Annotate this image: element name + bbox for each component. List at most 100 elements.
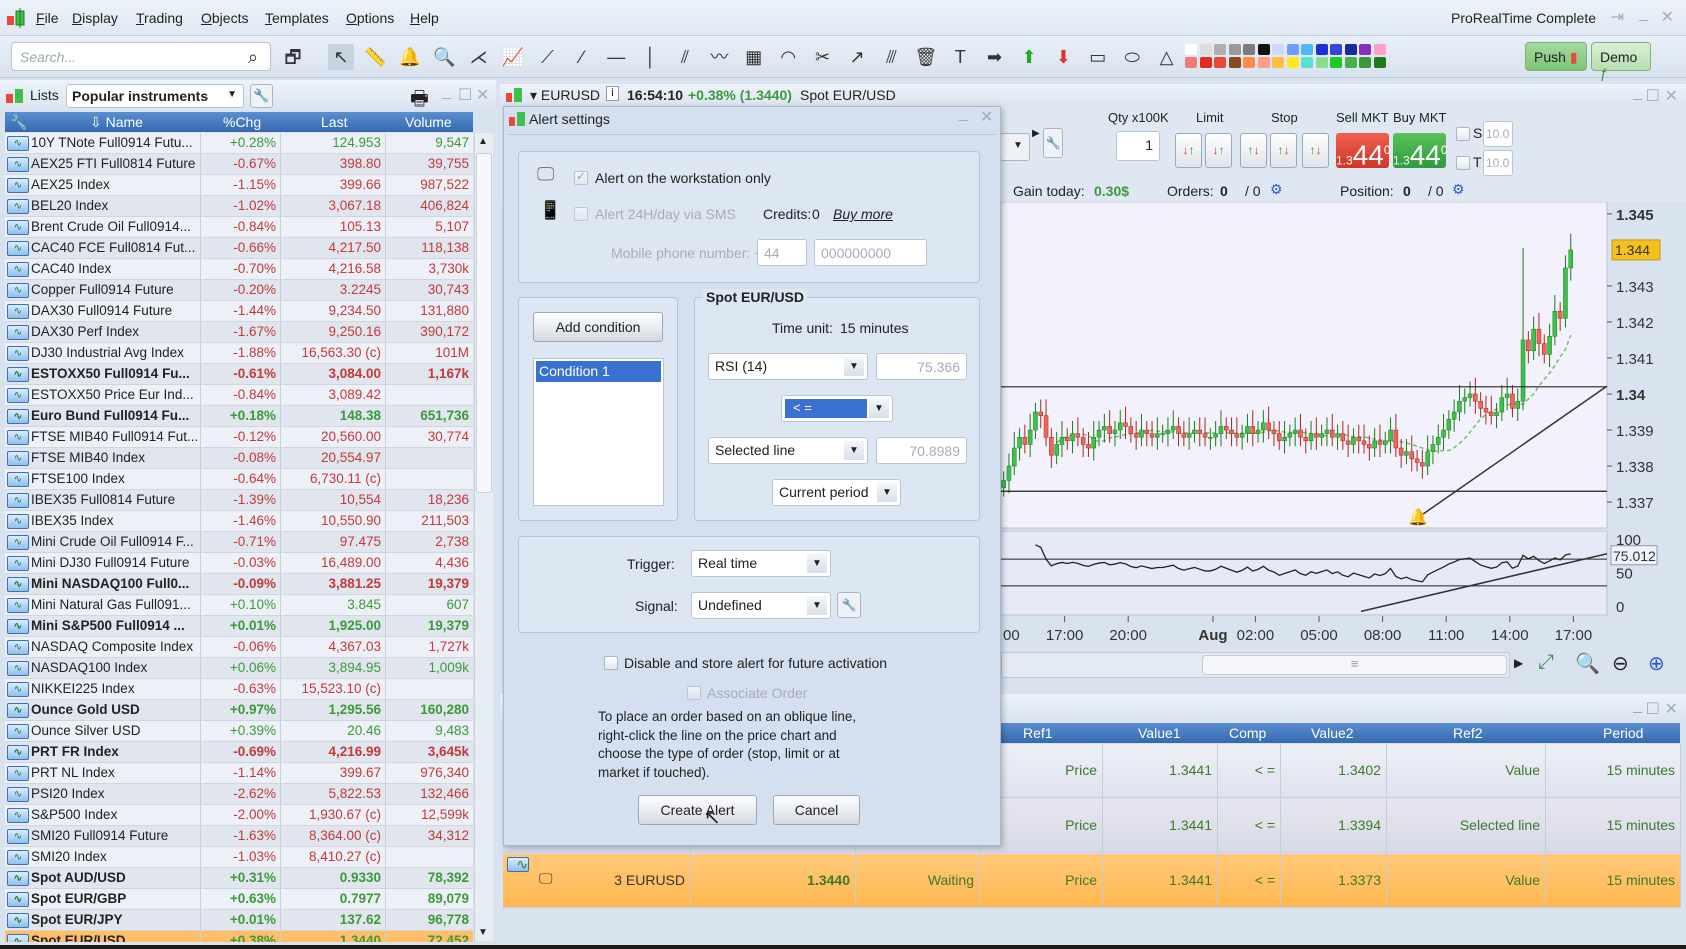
list-item[interactable]: ∿ FTSE100 Index -0.64% 6,730.11 (c) [5, 469, 473, 490]
chart-link-icon[interactable]: ∿ [7, 262, 29, 277]
list-item[interactable]: ∿ Ounce Silver USD +0.39% 20.46 9,483 [5, 721, 473, 742]
sms-checkbox[interactable] [574, 207, 588, 221]
chart-link-icon[interactable]: ∿ [7, 913, 29, 928]
t-input[interactable]: 10.0 [1483, 150, 1513, 176]
menu-trading[interactable]: Trading [136, 10, 183, 26]
arrow-up-green-icon[interactable]: ⬆ [1016, 44, 1042, 70]
list-settings-button[interactable]: 🔧 [250, 84, 273, 108]
list-item[interactable]: ∿ NASDAQ100 Index +0.06% 3,894.95 1,009k [5, 658, 473, 679]
vertical-line-icon[interactable]: │ [638, 44, 664, 70]
segment-icon[interactable]: ⟋ [534, 44, 560, 70]
add-condition-button[interactable]: Add condition [533, 312, 663, 342]
chart-link-icon[interactable]: ∿ [7, 598, 29, 613]
sell-market-button[interactable]: 1.3440 [1336, 133, 1391, 170]
chart-link-icon[interactable]: ∿ [7, 199, 29, 214]
create-alert-button[interactable]: Create Alert [638, 795, 757, 825]
list-item[interactable]: ∿ Spot AUD/USD +0.31% 0.9330 78,392 [5, 868, 473, 889]
stop-sell-button[interactable]: ↑↓ [1270, 133, 1297, 168]
menu-objects[interactable]: Objects [201, 10, 248, 26]
chart-link-icon[interactable]: ∿ [7, 535, 29, 550]
alert-bell-icon[interactable]: 🔔 [397, 44, 423, 70]
list-item[interactable]: ∿ FTSE MIB40 Index -0.08% 20,554.97 [5, 448, 473, 469]
list-item[interactable]: ∿ DAX30 Full0914 Future -1.44% 9,234.50 131,… [5, 301, 473, 322]
color-swatch[interactable] [1243, 57, 1255, 68]
color-swatch[interactable] [1257, 44, 1270, 55]
chart-link-icon[interactable]: ∿ [7, 787, 29, 802]
new-list-icon[interactable]: 🗗 [280, 44, 306, 70]
period-select[interactable]: Current period ▼ [772, 479, 901, 506]
arrow-down-red-icon[interactable]: ⬇ [1050, 44, 1076, 70]
menu-templates[interactable]: Templates [265, 10, 329, 26]
color-swatch[interactable] [1286, 57, 1299, 68]
menu-file[interactable]: File [36, 10, 59, 26]
auto-scale-icon[interactable]: ⤢ [1538, 651, 1554, 674]
condition-item[interactable]: Condition 1 [536, 361, 661, 382]
color-swatch[interactable] [1359, 44, 1371, 55]
menu-options[interactable]: Options [346, 10, 394, 26]
list-item[interactable]: ∿ Spot EUR/USD +0.38% 1.3440 72,452 [5, 931, 473, 942]
list-item[interactable]: ∿ S&P500 Index -2.00% 1,930.67 (c) 12,599k [5, 805, 473, 826]
list-item[interactable]: ∿ Brent Crude Oil Full0914... -0.84% 105.13… [5, 217, 473, 238]
column-ref2[interactable]: Ref2 [1453, 725, 1483, 741]
chart-link-icon[interactable]: ∿ [7, 409, 29, 424]
minimize-icon[interactable]: _ [442, 83, 451, 101]
column-period[interactable]: Period [1603, 725, 1643, 741]
chart-link-icon[interactable]: ∿ [7, 220, 29, 235]
column-value1[interactable]: Value1 [1138, 725, 1181, 741]
chart-link-icon[interactable]: ∿ [7, 157, 29, 172]
minimize-icon[interactable]: _ [1633, 697, 1642, 715]
list-item[interactable]: ∿ CAC40 Index -0.70% 4,216.58 3,730k [5, 259, 473, 280]
limit-sell-button[interactable]: ↓↑ [1175, 133, 1202, 168]
signal-select[interactable]: Undefined ▼ [691, 592, 831, 619]
stop-trailing-button[interactable]: ↑↓ [1302, 133, 1329, 168]
search-input[interactable]: Search... [11, 42, 271, 71]
zoom-out-icon[interactable]: ⊖ [1612, 651, 1629, 676]
list-item[interactable]: ∿ PRT FR Index -0.69% 4,216.99 3,645k [5, 742, 473, 763]
limit-buy-button[interactable]: ↓↑ [1205, 133, 1232, 168]
chart-link-icon[interactable]: ∿ [7, 325, 29, 340]
close-icon[interactable]: ✕ [1665, 699, 1678, 719]
stop-buy-button[interactable]: ↑↓ [1240, 133, 1267, 168]
list-item[interactable]: ∿ Euro Bund Full0914 Fu... +0.18% 148.38 651… [5, 406, 473, 427]
color-swatch[interactable] [1199, 57, 1212, 68]
list-item[interactable]: ∿ NASDAQ Composite Index -0.06% 4,367.03 1,7… [5, 637, 473, 658]
parallel-icon[interactable]: ⫻ [878, 44, 904, 70]
chart-link-icon[interactable]: ∿ [7, 556, 29, 571]
phone-number-input[interactable]: 000000000 [814, 239, 927, 266]
rectangle-icon[interactable]: ▭ [1085, 44, 1111, 70]
line-icon[interactable]: ∕ [569, 44, 595, 70]
phone-code-input[interactable]: 44 [757, 239, 807, 266]
workstation-checkbox[interactable]: ✓ [574, 169, 588, 185]
list-item[interactable]: ∿ DAX30 Perf Index -1.67% 9,250.16 390,172 [5, 322, 473, 343]
wrench-icon[interactable]: 🔧 [10, 114, 27, 131]
arc-icon[interactable]: ◠ [775, 44, 801, 70]
chart-type-button[interactable]: ▼ [1000, 133, 1030, 161]
text-icon[interactable]: T [947, 44, 973, 70]
chart-link-icon[interactable]: ∿ [7, 388, 29, 403]
chart-link-icon[interactable]: ∿ [7, 472, 29, 487]
maximize-icon[interactable]: ☐ [1646, 699, 1660, 719]
close-icon[interactable]: ✕ [1665, 86, 1678, 106]
list-item[interactable]: ∿ Spot EUR/GBP +0.63% 0.7977 89,079 [5, 889, 473, 910]
pin-icon[interactable]: ⇥ [1611, 7, 1624, 27]
close-icon[interactable]: ✕ [980, 107, 993, 127]
chart-link-icon[interactable]: ∿ [7, 871, 29, 886]
color-swatch[interactable] [1344, 57, 1357, 68]
column-comp[interactable]: Comp [1229, 725, 1266, 741]
scroll-down-icon[interactable]: ▼ [478, 927, 488, 938]
list-item[interactable]: ∿ SMI20 Full0914 Future -1.63% 8,364.00 (c)… [5, 826, 473, 847]
list-item[interactable]: ∿ Spot EUR/JPY +0.01% 137.62 96,778 [5, 910, 473, 931]
close-icon[interactable]: ✕ [1661, 7, 1674, 27]
disable-checkbox[interactable] [604, 656, 618, 670]
chart-link-icon[interactable]: ∿ [7, 703, 29, 718]
color-swatch[interactable] [1214, 57, 1226, 68]
alert-row[interactable]: ∿ 🖵 3 EURUSD 1.3440 Waiting Price 1.3441 < = 1.3… [503, 854, 1681, 908]
list-item[interactable]: ∿ ESTOXX50 Price Eur Ind... -0.84% 3,089.42 [5, 385, 473, 406]
t-checkbox[interactable] [1456, 156, 1470, 170]
list-item[interactable]: ∿ PRT NL Index -1.14% 399.67 976,340 [5, 763, 473, 784]
chart-link-icon[interactable]: ∿ [7, 283, 29, 298]
symbol-selector[interactable]: ▾ EURUSD [530, 87, 600, 104]
chart-link-icon[interactable]: ∿ [7, 745, 29, 760]
list-item[interactable]: ∿ Copper Full0914 Future -0.20% 3.2245 30,74… [5, 280, 473, 301]
color-swatch[interactable] [1228, 57, 1241, 68]
